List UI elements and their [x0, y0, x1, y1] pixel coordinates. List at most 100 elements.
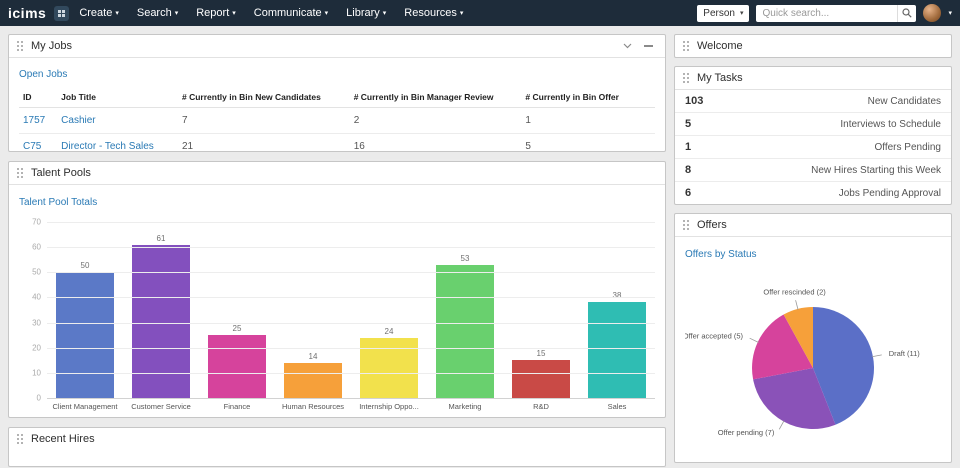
chevron-down-icon[interactable]: ▾: [948, 10, 952, 17]
table-row: 1757 Cashier 7 2 1: [19, 107, 655, 134]
menu-item-library[interactable]: Library ▾: [346, 7, 386, 19]
bin-count: 5: [521, 133, 655, 160]
drag-handle-icon[interactable]: [17, 40, 24, 52]
panel-header-recent-hires: Recent Hires: [9, 428, 665, 450]
gridline: [47, 297, 655, 299]
open-jobs-link[interactable]: Open Jobs: [19, 69, 67, 80]
pie-leader-line: [871, 354, 882, 358]
bar-category-label: Client Management: [52, 402, 118, 411]
y-tick-label: 20: [32, 343, 41, 353]
bin-count: 1: [521, 107, 655, 134]
top-nav: icims Create ▾ Search ▾ Report ▾ Communicate ▾ L…: [0, 0, 960, 26]
left-column: My Jobs Open Jobs ID Job Title # Currently…: [8, 34, 666, 467]
task-row[interactable]: 6 Jobs Pending Approval: [675, 182, 951, 204]
talent-pool-totals-link[interactable]: Talent Pool Totals: [19, 197, 97, 208]
bar-chart-bars: 50 61 25 14 24 53 15 38: [47, 222, 655, 398]
job-title-link[interactable]: Cashier: [61, 115, 95, 126]
menu-item-search[interactable]: Search ▾: [137, 7, 178, 19]
search-icon[interactable]: [897, 4, 916, 22]
bin-count: 7: [177, 107, 350, 134]
panel-title: Welcome: [697, 40, 743, 52]
bar-value-label: 53: [460, 253, 470, 263]
panel-my-jobs: My Jobs Open Jobs ID Job Title # Currently…: [8, 34, 666, 160]
job-id-link[interactable]: C75: [23, 141, 41, 152]
menu-item-resources[interactable]: Resources ▾: [404, 7, 463, 19]
drag-handle-icon[interactable]: [683, 40, 690, 52]
my-tasks-list: 103 New Candidates 5 Interviews to Schedule…: [675, 90, 951, 204]
quick-search-box: [756, 4, 917, 22]
bar-value-label: 61: [156, 233, 166, 243]
pie-slice-label: Offer accepted (5): [685, 331, 744, 340]
y-tick-label: 30: [32, 318, 41, 328]
dashboard: My Jobs Open Jobs ID Job Title # Currently…: [0, 26, 960, 468]
collapse-chevron-icon[interactable]: [623, 43, 632, 49]
bin-count: 2: [349, 107, 522, 134]
bin-count: 21: [177, 133, 350, 160]
menu-item-label: Report: [196, 7, 230, 19]
gridline: [47, 372, 655, 374]
bar-human-resources[interactable]: [284, 362, 342, 398]
bar-value-label: 25: [232, 324, 242, 334]
bar-customer-service[interactable]: [132, 244, 190, 398]
bar-chart-plot: 50 61 25 14 24 53 15 38: [47, 222, 655, 399]
column-header[interactable]: Job Title: [57, 87, 178, 108]
offers-pie-chart: Draft (11) Offer pending (7) Offer accepte…: [685, 287, 920, 437]
minimize-icon[interactable]: [644, 45, 653, 47]
menu-item-report[interactable]: Report ▾: [196, 7, 236, 19]
drag-handle-icon[interactable]: [17, 433, 24, 445]
column-header[interactable]: # Currently in Bin Manager Review: [349, 87, 522, 108]
bar-category-label: R&D: [533, 402, 549, 411]
bar-r-d[interactable]: [512, 360, 570, 398]
task-row[interactable]: 5 Interviews to Schedule: [675, 113, 951, 136]
task-label: New Candidates: [867, 95, 941, 107]
menu-item-create[interactable]: Create ▾: [79, 7, 119, 19]
column-header[interactable]: # Currently in Bin New Candidates: [177, 87, 350, 108]
pie-leader-line: [795, 300, 799, 310]
person-dropdown[interactable]: Person ▾: [697, 4, 750, 22]
column-header[interactable]: # Currently in Bin Offer: [521, 87, 655, 108]
bar-category-label: Marketing: [448, 402, 482, 411]
job-title-link[interactable]: Director - Tech Sales: [61, 141, 154, 152]
task-row[interactable]: 8 New Hires Starting this Week: [675, 159, 951, 182]
gridline: [47, 222, 655, 223]
drag-handle-icon[interactable]: [17, 167, 24, 179]
my-jobs-table: ID Job Title # Currently in Bin New Candid…: [19, 87, 655, 160]
chevron-down-icon: ▾: [459, 9, 464, 17]
drag-handle-icon[interactable]: [683, 219, 690, 231]
bar-marketing[interactable]: [436, 264, 494, 398]
panel-title: Talent Pools: [31, 167, 91, 179]
chevron-down-icon: ▾: [232, 9, 236, 17]
menu-item-label: Library: [346, 7, 380, 19]
panel-header-my-jobs: My Jobs: [9, 35, 665, 58]
task-count: 1: [685, 141, 692, 153]
chevron-down-icon: ▾: [115, 9, 119, 17]
drag-handle-icon[interactable]: [683, 72, 690, 84]
panel-header-my-tasks: My Tasks: [675, 67, 951, 90]
bar-chart-y-axis: 0 10 20 30 40 50 60 70: [19, 218, 47, 403]
task-row[interactable]: 103 New Candidates: [675, 90, 951, 113]
bar-sales[interactable]: [588, 302, 646, 398]
panel-actions: [623, 43, 657, 49]
menu-item-label: Create: [79, 7, 113, 19]
job-id-link[interactable]: 1757: [23, 115, 45, 126]
bar-value-label: 38: [612, 291, 622, 301]
bar-slot: 25: [199, 222, 275, 398]
bar-chart-plot-col: 50 61 25 14 24 53 15 38: [47, 222, 655, 399]
task-row[interactable]: 1 Offers Pending: [675, 136, 951, 159]
column-header[interactable]: ID: [19, 87, 58, 108]
menu-item-communicate[interactable]: Communicate ▾: [254, 7, 328, 19]
avatar[interactable]: [923, 4, 942, 22]
gridline: [47, 347, 655, 349]
offers-by-status-link[interactable]: Offers by Status: [685, 249, 757, 260]
chevron-down-icon: ▾: [382, 9, 387, 17]
bar-slot: 38: [579, 222, 655, 398]
search-input[interactable]: [756, 4, 898, 22]
bar-client-management[interactable]: [56, 272, 114, 398]
talent-pool-bar-chart: 0 10 20 30 40 50 60 70 50 61 25 14 24 53 15 38: [19, 218, 655, 403]
y-tick-label: 50: [32, 267, 41, 277]
bar-finance[interactable]: [208, 335, 266, 398]
pie-slice-label: Offer pending (7): [718, 428, 775, 437]
task-count: 5: [685, 118, 692, 130]
bar-slot: 61: [123, 222, 199, 398]
apps-icon[interactable]: [54, 5, 70, 21]
